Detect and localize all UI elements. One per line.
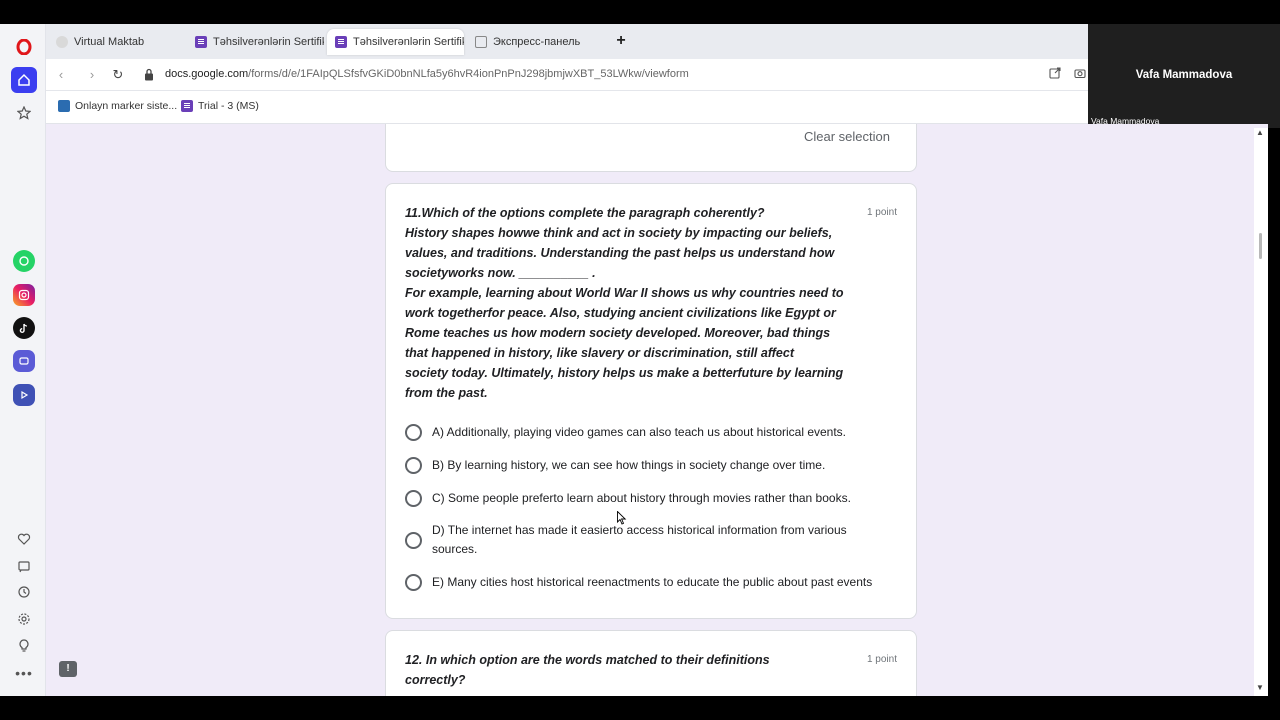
- tab-forms-2[interactable]: Təhsilverənlərin Sertifikatl: [327, 29, 464, 55]
- tab-forms-1[interactable]: Təhsilverənlərin Sertifikatl: [187, 29, 324, 55]
- participant-name: Vafa Mammadova: [1135, 69, 1233, 81]
- gear-icon[interactable]: [11, 606, 37, 632]
- tab-speed-dial[interactable]: Экспресс-панель: [467, 29, 607, 55]
- option-d[interactable]: D) The internet has made it easierto acc…: [405, 521, 875, 559]
- option-label: D) The internet has made it easierto acc…: [432, 523, 847, 556]
- question-body-line: work togetherfor peace. Also, studying a…: [405, 306, 836, 320]
- report-problem-icon[interactable]: !: [59, 661, 77, 677]
- back-icon[interactable]: ‹: [52, 66, 70, 84]
- bookmark-label: Onlayn marker siste...: [75, 100, 178, 112]
- google-forms-icon: [195, 36, 207, 48]
- option-label: E) Many cities host historical reenactme…: [432, 575, 873, 589]
- mouse-cursor-icon: [617, 511, 627, 525]
- question-12-card: 1 point 12. In which option are the word…: [385, 630, 917, 696]
- star-icon[interactable]: [11, 100, 37, 126]
- scroll-up-icon[interactable]: ▲: [1256, 128, 1264, 137]
- instagram-icon[interactable]: [13, 284, 35, 306]
- tab-strip: Virtual Maktab Təhsilverənlərin Sertifik…: [46, 24, 1088, 59]
- url-host: docs.google.com: [165, 68, 249, 80]
- screen: ••• Virtual Maktab Təhsilverənlərin Sert…: [0, 0, 1280, 720]
- question-points: 1 point: [866, 654, 897, 665]
- new-tab-button[interactable]: +: [612, 32, 630, 50]
- question-title-line: 12. In which option are the words matche…: [405, 653, 770, 667]
- question-body-line: societyworks now. __________ .: [405, 266, 596, 280]
- question-body-line: from the past.: [405, 386, 488, 400]
- tab-label: Экспресс-панель: [493, 36, 581, 48]
- lightbulb-icon[interactable]: [11, 633, 37, 659]
- tab-virtual-maktab[interactable]: Virtual Maktab: [48, 29, 184, 55]
- question-title: 12. In which option are the words matche…: [405, 650, 845, 690]
- music-player-icon[interactable]: [13, 350, 35, 372]
- scroll-thumb[interactable]: [1259, 233, 1262, 259]
- opera-logo-icon[interactable]: [11, 34, 37, 60]
- option-label: B) By learning history, we can see how t…: [432, 458, 826, 472]
- clock-icon[interactable]: [11, 579, 37, 605]
- lock-icon: [145, 68, 153, 81]
- radio-button[interactable]: [405, 457, 422, 474]
- reload-icon[interactable]: ↻: [109, 66, 127, 84]
- address-bar: ‹ › ↻ docs.google.com/forms/d/e/1FAIpQLS…: [46, 59, 1088, 91]
- question-body-line: For example, learning about World War II…: [405, 286, 844, 300]
- scroll-down-icon[interactable]: ▼: [1256, 683, 1264, 692]
- question-11-card: 1 point 11.Which of the options complete…: [385, 183, 917, 619]
- radio-button[interactable]: [405, 490, 422, 507]
- url-path: /forms/d/e/1FAIpQLSfsfvGKiD0bnNLfa5y6hvR…: [248, 68, 689, 80]
- bookmark-trial[interactable]: Trial - 3 (MS): [181, 100, 259, 112]
- option-b[interactable]: B) By learning history, we can see how t…: [405, 456, 895, 475]
- tab-label: Virtual Maktab: [74, 36, 145, 48]
- question-title-line: 11.Which of the options complete the par…: [405, 206, 765, 220]
- clear-selection-button[interactable]: Clear selection: [804, 129, 890, 144]
- camera-icon[interactable]: [1074, 67, 1086, 82]
- option-label: A) Additionally, playing video games can…: [432, 425, 847, 439]
- bookmark-onlayn-marker[interactable]: Onlayn marker siste...: [58, 100, 177, 112]
- video-call-tile[interactable]: Vafa Mammadova Vafa Mammadova: [1088, 24, 1280, 128]
- google-forms-icon: [335, 36, 347, 48]
- radio-button[interactable]: [405, 574, 422, 591]
- question-body-line: History shapes howwe think and act in so…: [405, 226, 833, 240]
- home-icon[interactable]: [11, 67, 37, 93]
- google-forms-icon: [181, 100, 193, 112]
- top-strip: [0, 0, 1280, 24]
- forward-icon[interactable]: ›: [83, 66, 101, 84]
- question-body-line: that happened in history, like slavery o…: [405, 346, 794, 360]
- browser-chrome: Virtual Maktab Təhsilverənlərin Sertifik…: [46, 24, 1088, 124]
- player-icon[interactable]: [13, 384, 35, 406]
- bookmarks-bar: Onlayn marker siste... Trial - 3 (MS): [46, 91, 1088, 124]
- tiktok-icon[interactable]: [13, 317, 35, 339]
- tab-label: Təhsilverənlərin Sertifikatl: [353, 36, 464, 48]
- option-c[interactable]: C) Some people preferto learn about hist…: [405, 489, 895, 508]
- previous-question-card: Clear selection: [385, 124, 917, 172]
- opera-sidebar: •••: [0, 24, 46, 696]
- bookmark-icon: [58, 100, 70, 112]
- page-scrollbar[interactable]: ▲ ▼: [1254, 128, 1268, 696]
- radio-button[interactable]: [405, 531, 422, 549]
- question-body-line: values, and traditions. Understanding th…: [405, 246, 835, 260]
- option-label: C) Some people preferto learn about hist…: [432, 491, 851, 505]
- heart-icon[interactable]: [11, 526, 37, 552]
- question-body-line: Rome teaches us how modern society devel…: [405, 326, 831, 340]
- globe-icon: [56, 36, 68, 48]
- news-icon[interactable]: [11, 553, 37, 579]
- question-points: 1 point: [866, 207, 897, 218]
- bookmark-label: Trial - 3 (MS): [198, 100, 259, 112]
- option-e[interactable]: E) Many cities host historical reenactme…: [405, 573, 905, 592]
- radio-button[interactable]: [405, 424, 422, 441]
- form-page: Clear selection 1 point 11.Which of the …: [46, 124, 1268, 696]
- url-field[interactable]: docs.google.com/forms/d/e/1FAIpQLSfsfvGK…: [165, 68, 689, 80]
- share-icon[interactable]: [1049, 67, 1061, 82]
- whatsapp-icon[interactable]: [13, 250, 35, 272]
- grid-icon: [475, 36, 487, 48]
- question-body-line: society today. Ultimately, history helps…: [405, 366, 844, 380]
- question-title: 11.Which of the options complete the par…: [405, 203, 865, 403]
- option-a[interactable]: A) Additionally, playing video games can…: [405, 423, 895, 442]
- tab-label: Təhsilverənlərin Sertifikatl: [213, 36, 324, 48]
- question-title-line: correctly?: [405, 673, 466, 687]
- more-icon[interactable]: •••: [11, 660, 37, 686]
